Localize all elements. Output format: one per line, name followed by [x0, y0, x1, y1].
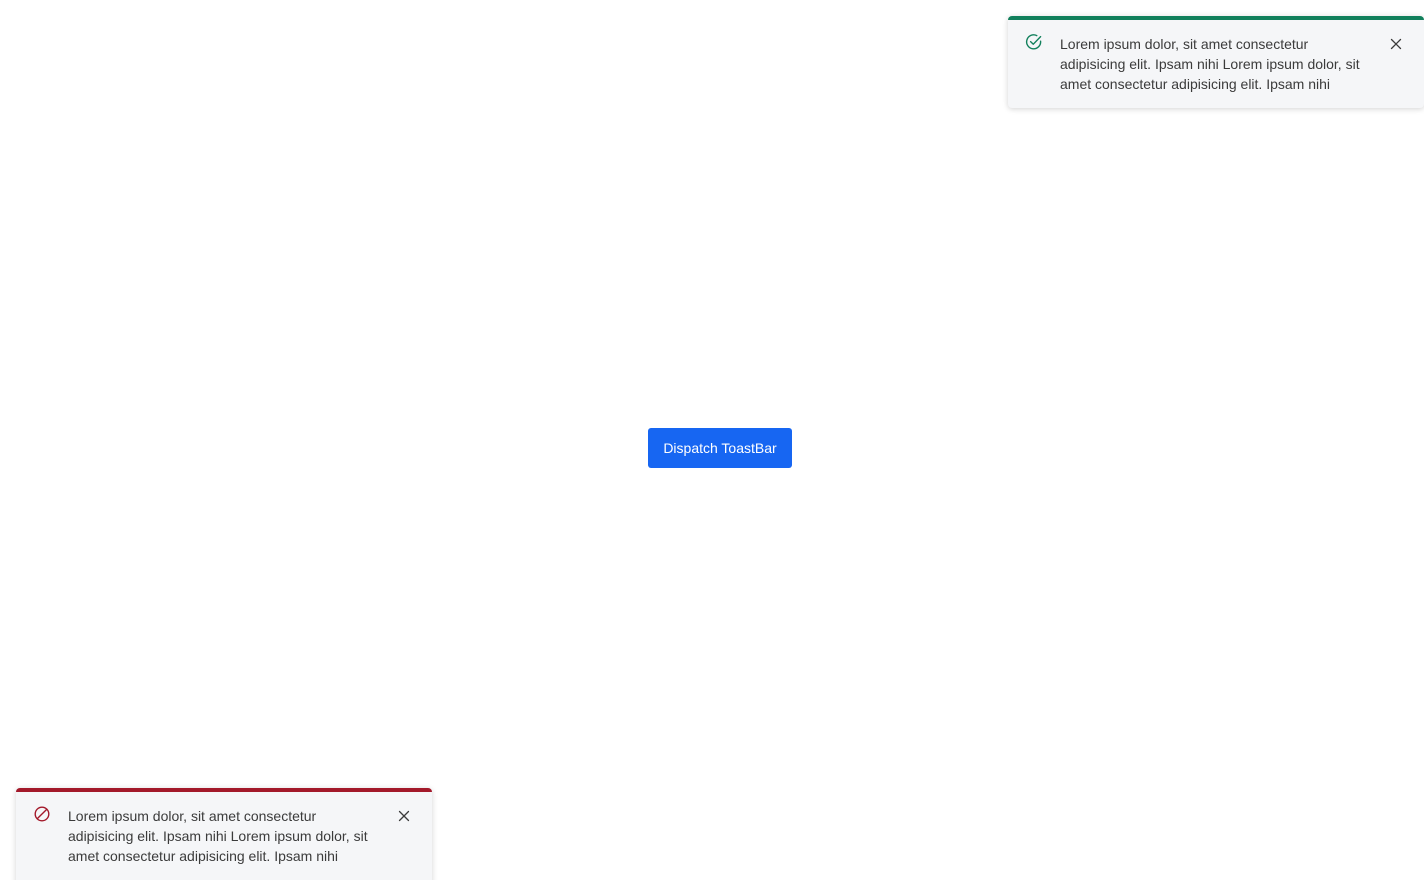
- error-toast: Lorem ipsum dolor, sit amet consectetur …: [16, 788, 432, 880]
- success-toast: Lorem ipsum dolor, sit amet consectetur …: [1008, 16, 1424, 108]
- close-icon[interactable]: [396, 808, 412, 824]
- dispatch-toastbar-button[interactable]: Dispatch ToastBar: [648, 428, 792, 468]
- page: Lorem ipsum dolor, sit amet consectetur …: [0, 0, 1424, 880]
- close-icon[interactable]: [1388, 36, 1404, 52]
- toast-message: Lorem ipsum dolor, sit amet consectetur …: [1060, 36, 1360, 92]
- prohibited-icon: [34, 806, 50, 822]
- check-circle-icon: [1025, 34, 1042, 50]
- toast-message: Lorem ipsum dolor, sit amet consectetur …: [68, 808, 368, 864]
